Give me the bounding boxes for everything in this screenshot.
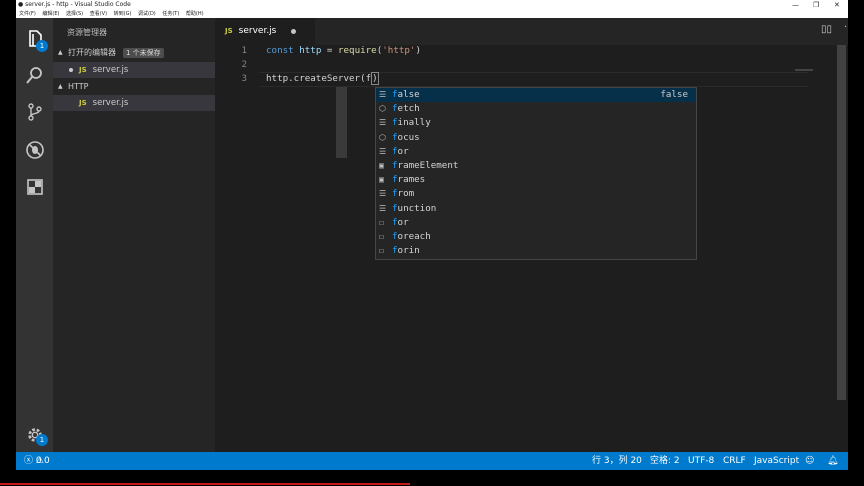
keyword-icon: ☰ [379,118,387,128]
snippet-icon: ☐ [379,231,384,241]
file-name: server.js [92,98,129,108]
source-control-icon[interactable] [24,101,46,123]
activity-bar: 1 1 [16,18,53,452]
line-number: 3 [241,73,247,84]
menu-bar: 文件(F) 编辑(E) 选择(S) 查看(V) 转到(G) 调试(D) 任务(T… [16,10,848,18]
close-button[interactable]: ✕ [834,0,840,10]
expand-triangle-icon: ▲ [58,49,63,56]
suggestion-item[interactable]: ☰ false false [376,88,696,103]
js-file-icon: JS [79,99,87,107]
editor-scrollbar[interactable] [835,45,848,452]
video-progress-bar [0,483,410,485]
debug-icon[interactable] [24,139,46,161]
encoding[interactable]: UTF-8 [688,452,714,470]
module-icon: ⬡ [379,104,386,114]
extensions-icon[interactable] [24,176,46,198]
indentation[interactable]: 空格: 2 [650,452,680,470]
snippet-icon: ☐ [379,217,384,227]
problems-indicator[interactable]: ⓧ 0 ⚠ 0 [24,452,50,470]
line-number: 2 [241,59,247,70]
explorer-badge: 1 [36,40,48,52]
suggestion-item[interactable]: ▣ frameElement [376,159,696,173]
open-editor-item[interactable]: JS server.js [53,62,215,78]
suggestion-item[interactable]: ☐ for [376,216,696,230]
menu-selection[interactable]: 选择(S) [66,11,83,17]
tab-server-js[interactable]: JS server.js [215,18,315,45]
menu-edit[interactable]: 编辑(E) [42,11,59,17]
search-icon[interactable] [24,64,46,86]
code-line-3: http.createServer(f) [266,72,379,85]
explorer-icon[interactable]: 1 [24,28,48,52]
suggestion-detail: false [660,89,688,100]
menu-go[interactable]: 转到(G) [114,11,132,17]
restore-button[interactable]: ❐ [813,0,819,10]
warning-count: 0 [43,456,50,466]
cursor-position[interactable]: 行 3，列 20 [592,452,642,470]
folder-label: HTTP [68,82,89,91]
folder-http[interactable]: ▲ HTTP [53,80,215,94]
open-editors-label: 打开的编辑器 [68,48,116,57]
variable-icon: ▣ [379,160,384,170]
line-ending[interactable]: CRLF [723,452,746,470]
suggestion-item[interactable]: ☰ from [376,187,696,201]
tab-bar: JS server.js ▯▯ ··· [215,18,848,45]
scrollbar-thumb[interactable] [837,45,846,400]
menu-view[interactable]: 查看(V) [90,11,107,17]
variable-icon: ▣ [379,175,384,185]
suggestion-widget: ☰ false false ⬡ fetch ☰ finally ⬡ focus ☰ for … [375,87,697,260]
js-file-icon: JS [79,66,87,74]
suggestion-item[interactable]: ☰ for [376,145,696,159]
open-editors-section[interactable]: ▲ 打开的编辑器 1 个未保存 [53,46,215,60]
minimize-button[interactable]: — [792,0,799,10]
code-line-1: const http = require('http') [266,45,421,56]
file-tree-item[interactable]: JS server.js [53,95,215,111]
sidebar-title: 资源管理器 [67,28,107,37]
unsaved-dot-icon [69,67,73,72]
menu-tasks[interactable]: 任务(T) [162,11,179,17]
menu-file[interactable]: 文件(F) [19,11,36,17]
suggestion-scrollbar[interactable] [336,87,347,158]
suggestion-item[interactable]: ⬡ focus [376,131,696,145]
settings-gear-icon[interactable]: 1 [24,424,48,446]
tab-label: server.js [238,26,277,36]
settings-badge: 1 [36,434,48,446]
expand-triangle-icon: ▲ [58,83,63,90]
feedback-smiley-icon[interactable]: ☺ [805,452,814,470]
menu-debug[interactable]: 调试(D) [138,11,156,17]
suggestion-item[interactable]: ▣ frames [376,173,696,187]
keyword-icon: ☰ [379,203,387,213]
js-file-icon: JS [225,27,233,35]
split-editor-icon[interactable]: ▯▯ [821,24,832,35]
unsaved-dot-icon[interactable] [291,29,296,34]
suggestion-item[interactable]: ☰ finally [376,116,696,130]
keyword-icon: ☰ [379,189,387,199]
module-icon: ⬡ [379,132,386,142]
suggestion-item[interactable]: ⬡ fetch [376,102,696,116]
keyword-icon: ☰ [379,146,387,156]
snippet-icon: ☐ [379,246,384,256]
suggestion-item[interactable]: ☐ forin [376,244,696,258]
suggestion-item[interactable]: ☐ foreach [376,230,696,244]
more-actions-icon[interactable]: ··· [844,22,848,33]
minimap[interactable] [795,69,813,71]
menu-help[interactable]: 帮助(H) [186,11,204,17]
notifications-bell-icon[interactable]: 🔔︎ [827,452,838,470]
status-bar: ⓧ 0 ⚠ 0 行 3，列 20 空格: 2 UTF-8 CRLF JavaSc… [16,452,848,470]
keyword-icon: ☰ [379,90,387,99]
error-count: 0 [35,456,42,466]
language-mode[interactable]: JavaScript [754,452,799,470]
unsaved-badge: 1 个未保存 [123,48,164,58]
suggestion-item[interactable]: ☰ function [376,202,696,216]
title-bar: ● server.js - http - Visual Studio Code … [16,0,848,10]
line-number: 1 [241,45,247,56]
file-name: server.js [92,65,129,75]
explorer-sidebar: 资源管理器 ▲ 打开的编辑器 1 个未保存 JS server.js ▲ HTTP… [53,18,215,452]
window-title: ● server.js - http - Visual Studio Code [18,1,131,8]
vscode-window: ● server.js - http - Visual Studio Code … [16,0,848,470]
